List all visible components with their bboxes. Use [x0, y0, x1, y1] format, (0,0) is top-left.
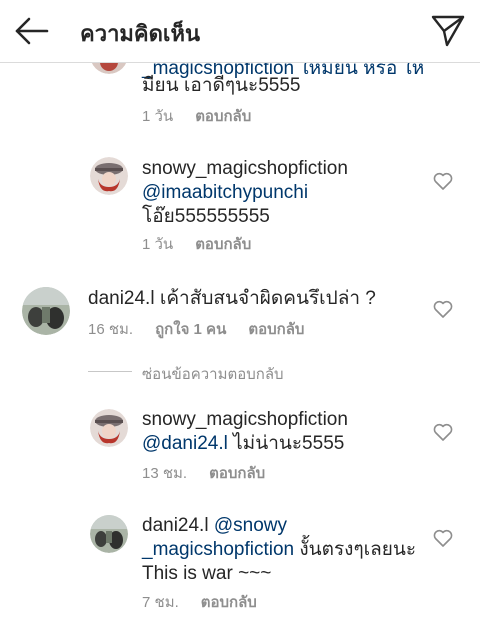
comment-body: dani24.l @snowy _magicshopfiction งั้นตร… — [142, 514, 416, 586]
comment-time: 13 ชม. — [142, 465, 188, 482]
username-link[interactable]: snowy_magicshopfiction — [142, 409, 348, 430]
username-link[interactable]: snowy_magicshopfiction — [142, 158, 348, 179]
comment-meta: 7 ชม. ตอบกลับ — [142, 590, 257, 614]
avatar[interactable] — [90, 515, 128, 553]
like-button[interactable] — [433, 172, 453, 190]
comment-time: 1 วัน — [142, 236, 174, 253]
avatar[interactable] — [90, 409, 128, 447]
comment-text-line: This is war ~~~ — [142, 563, 272, 584]
top-bar: ความคิดเห็น — [0, 0, 480, 63]
paper-plane-icon — [431, 15, 465, 47]
comment-time: 1 วัน — [142, 108, 174, 125]
heart-icon — [433, 423, 453, 441]
mention-link[interactable]: @dani24.l — [142, 433, 228, 454]
page-title: ความคิดเห็น — [80, 21, 200, 46]
heart-icon — [433, 172, 453, 190]
comment-meta: 13 ชม. ตอบกลับ — [142, 461, 265, 485]
comment-text: เค้าสับสนจำผิดคนรึเปล่า ? — [159, 288, 376, 309]
mention-link[interactable]: @snowy — [214, 515, 287, 536]
heart-icon — [433, 300, 453, 318]
comment-text: โอ๊ย555555555 — [142, 206, 270, 227]
heart-icon — [433, 529, 453, 547]
username-link[interactable]: dani24.l — [88, 288, 155, 309]
comment-time: 16 ชม. — [88, 321, 134, 338]
reply-button[interactable]: ตอบกลับ — [195, 108, 251, 125]
like-button[interactable] — [433, 529, 453, 547]
like-button[interactable] — [433, 423, 453, 441]
comment-meta: 1 วัน ตอบกลับ — [142, 232, 251, 256]
reply-button[interactable]: ตอบกลับ — [209, 465, 265, 482]
comment-text-line: มียน เอาดีๆนะ5555 — [142, 75, 301, 96]
comment-time: 7 ชม. — [142, 594, 179, 611]
comment-meta: 16 ชม. ถูกใจ 1 คน ตอบกลับ — [88, 317, 304, 341]
comment-text: งั้นตรงๆเลยนะ — [299, 539, 417, 560]
comment-body: snowy_magicshopfiction @imaabitchypunchi… — [142, 157, 348, 229]
avatar[interactable] — [90, 157, 128, 195]
comment-body: snowy_magicshopfiction @dani24.l ไม่น่าน… — [142, 408, 348, 456]
reply-button[interactable]: ตอบกลับ — [248, 321, 304, 338]
likes-count[interactable]: ถูกใจ 1 คน — [155, 321, 226, 338]
username-link[interactable]: dani24.l — [142, 515, 209, 536]
divider — [88, 371, 132, 372]
like-button[interactable] — [433, 300, 453, 318]
reply-button[interactable]: ตอบกลับ — [201, 594, 257, 611]
mention-link[interactable]: @imaabitchypunchi — [142, 182, 308, 203]
mention-link-cont[interactable]: _magicshopfiction — [142, 539, 294, 560]
share-button[interactable] — [430, 12, 466, 48]
avatar[interactable] — [22, 287, 70, 335]
arrow-left-icon — [15, 17, 49, 45]
back-button[interactable] — [14, 14, 50, 48]
comment-body: dani24.l เค้าสับสนจำผิดคนรึเปล่า ? — [88, 287, 376, 311]
reply-button[interactable]: ตอบกลับ — [195, 236, 251, 253]
comment-text: ไม่น่านะ5555 — [233, 433, 345, 454]
comment-meta: 1 วัน ตอบกลับ — [142, 104, 251, 128]
hide-replies-label[interactable]: ซ่อนข้อความตอบกลับ — [142, 362, 284, 386]
